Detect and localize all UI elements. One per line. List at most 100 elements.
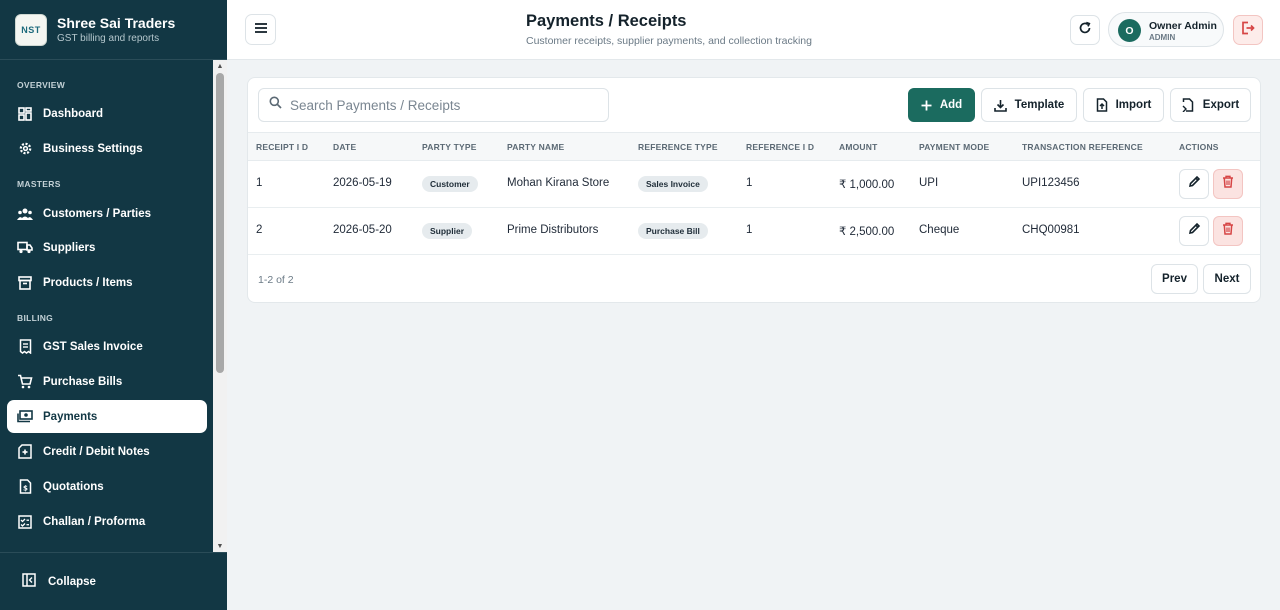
- sidebar-item-credit-debit-notes[interactable]: Credit / Debit Notes: [7, 435, 207, 468]
- refresh-button[interactable]: [1070, 15, 1100, 45]
- sidebar-item-quotations[interactable]: $ Quotations: [7, 470, 207, 503]
- cell-date: 2026-05-20: [333, 224, 392, 236]
- edit-button[interactable]: [1179, 216, 1209, 246]
- sidebar-item-label: Purchase Bills: [43, 375, 123, 388]
- delete-button[interactable]: [1213, 216, 1243, 246]
- column-header: TRANSACTION REFERENCE: [1022, 142, 1143, 152]
- collapse-icon: [22, 572, 36, 592]
- avatar: O: [1118, 19, 1141, 42]
- search-input[interactable]: [290, 97, 590, 113]
- collapse-button[interactable]: Collapse: [14, 567, 104, 597]
- payments-card: Add Template Import Export RECEIPT I D D…: [247, 77, 1261, 303]
- user-name: Owner Admin: [1149, 20, 1217, 32]
- sidebar-item-label: Dashboard: [43, 107, 104, 120]
- brand-name: Shree Sai Traders: [57, 15, 176, 31]
- sidebar-item-challan-proforma[interactable]: Challan / Proforma: [7, 505, 207, 538]
- download-icon: [993, 99, 1007, 112]
- section-overview: OVERVIEW: [17, 80, 66, 90]
- brand-subtitle: GST billing and reports: [57, 33, 160, 44]
- sidebar-item-label: Challan / Proforma: [43, 515, 146, 528]
- table-row: 2 2026-05-20 Supplier Prime Distributors…: [248, 208, 1260, 255]
- prev-page-button[interactable]: Prev: [1151, 264, 1198, 294]
- note-plus-icon: [17, 444, 33, 460]
- reference-type-badge: Purchase Bill: [638, 223, 708, 239]
- export-label: Export: [1202, 99, 1240, 111]
- delete-button[interactable]: [1213, 169, 1243, 199]
- cell-transaction-reference: CHQ00981: [1022, 224, 1080, 236]
- cell-receipt-id: 1: [256, 177, 263, 189]
- menu-toggle-button[interactable]: [245, 14, 276, 45]
- cell-reference-id: 1: [746, 177, 753, 189]
- logout-icon: [1241, 21, 1255, 40]
- sidebar-item-payments[interactable]: Payments: [7, 400, 207, 433]
- trash-icon: [1222, 175, 1234, 193]
- export-button[interactable]: Export: [1170, 88, 1251, 122]
- cell-party-name: Prime Distributors: [507, 224, 599, 236]
- column-header: PARTY TYPE: [422, 142, 477, 152]
- template-button[interactable]: Template: [981, 88, 1077, 122]
- template-label: Template: [1014, 99, 1065, 111]
- cell-reference-id: 1: [746, 224, 753, 236]
- cell-amount: ₹ 1,000.00: [839, 179, 895, 191]
- sidebar-scrollbar[interactable]: ▲ ▼: [213, 60, 227, 552]
- plus-icon: [921, 100, 932, 111]
- pencil-icon: [1188, 222, 1201, 240]
- brand-logo: NST: [15, 14, 47, 46]
- party-type-badge: Customer: [422, 176, 478, 192]
- sidebar-item-dashboard[interactable]: Dashboard: [7, 97, 207, 130]
- column-header: AMOUNT: [839, 142, 878, 152]
- search-icon: [269, 96, 282, 114]
- add-button[interactable]: Add: [908, 88, 975, 122]
- column-header: REFERENCE TYPE: [638, 142, 718, 152]
- sidebar-item-suppliers[interactable]: Suppliers: [7, 231, 207, 264]
- collapse-label: Collapse: [48, 576, 96, 588]
- add-label: Add: [939, 99, 963, 111]
- cell-date: 2026-05-19: [333, 177, 392, 189]
- sidebar-item-label: GST Sales Invoice: [43, 340, 143, 353]
- sidebar-nav: OVERVIEW Dashboard Business Settings MAS…: [0, 60, 213, 552]
- scroll-down-arrow-icon[interactable]: ▼: [213, 540, 227, 552]
- logout-button[interactable]: [1233, 15, 1263, 45]
- reference-type-badge: Sales Invoice: [638, 176, 708, 192]
- truck-icon: [17, 240, 33, 256]
- cell-amount: ₹ 2,500.00: [839, 226, 895, 238]
- table-header: RECEIPT I D DATE PARTY TYPE PARTY NAME R…: [248, 132, 1260, 161]
- receipt-icon: [17, 339, 33, 355]
- sidebar-item-gst-sales-invoice[interactable]: GST Sales Invoice: [7, 330, 207, 363]
- users-icon: [17, 206, 33, 222]
- sidebar-item-label: Quotations: [43, 480, 104, 493]
- edit-button[interactable]: [1179, 169, 1209, 199]
- checklist-icon: [17, 514, 33, 530]
- cell-receipt-id: 2: [256, 224, 263, 236]
- sidebar-item-products[interactable]: Products / Items: [7, 266, 207, 299]
- page-subtitle: Customer receipts, supplier payments, an…: [526, 35, 812, 47]
- user-role: ADMIN: [1149, 33, 1176, 42]
- scroll-up-arrow-icon[interactable]: ▲: [213, 60, 227, 72]
- sidebar-item-label: Products / Items: [43, 276, 133, 289]
- import-button[interactable]: Import: [1083, 88, 1164, 122]
- cell-payment-mode: Cheque: [919, 224, 960, 236]
- sidebar-item-purchase-bills[interactable]: Purchase Bills: [7, 365, 207, 398]
- party-type-badge: Supplier: [422, 223, 473, 239]
- sidebar-item-label: Credit / Debit Notes: [43, 445, 150, 458]
- scroll-thumb[interactable]: [216, 73, 224, 373]
- cell-transaction-reference: UPI123456: [1022, 177, 1080, 189]
- cart-icon: [17, 374, 33, 390]
- table-row: 1 2026-05-19 Customer Mohan Kirana Store…: [248, 161, 1260, 208]
- sidebar-item-label: Customers / Parties: [43, 207, 152, 220]
- column-header: REFERENCE I D: [746, 142, 815, 152]
- sidebar-item-customers[interactable]: Customers / Parties: [7, 197, 207, 230]
- sidebar-item-business-settings[interactable]: Business Settings: [7, 132, 207, 165]
- next-page-button[interactable]: Next: [1203, 264, 1251, 294]
- sidebar-item-label: Suppliers: [43, 241, 96, 254]
- column-header: DATE: [333, 142, 357, 152]
- pagination-summary: 1-2 of 2: [258, 274, 294, 286]
- file-export-icon: [1182, 98, 1195, 112]
- column-header: ACTIONS: [1179, 142, 1219, 152]
- top-header: Payments / Receipts Customer receipts, s…: [227, 0, 1280, 60]
- column-header: PAYMENT MODE: [919, 142, 990, 152]
- user-menu[interactable]: O Owner Admin ADMIN: [1108, 12, 1224, 47]
- gear-icon: [17, 141, 33, 157]
- sidebar-item-label: Payments: [43, 410, 98, 423]
- pencil-icon: [1188, 175, 1201, 193]
